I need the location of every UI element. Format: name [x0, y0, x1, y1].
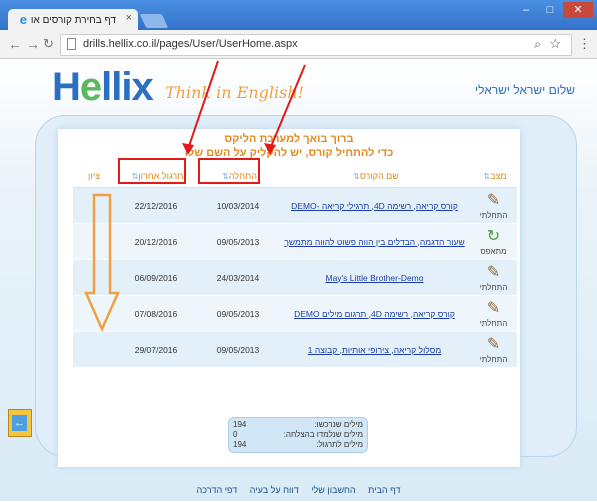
header-course[interactable]: שם הקורס⇅: [279, 165, 470, 188]
stat-value: 194: [233, 440, 247, 449]
table-row: ✎ התחלתי May's Little Brother-Demo 24/03/…: [73, 259, 517, 296]
zoom-icon[interactable]: ⌕: [534, 37, 541, 52]
stat-label: מילים לתרגול:: [316, 440, 363, 449]
orange-down-arrow-icon: [84, 193, 120, 333]
start-date: 09/05/2013: [197, 331, 279, 368]
footer-link-guides[interactable]: דפי הדרכה: [197, 485, 238, 495]
last-practice-date: 07/08/2016: [115, 295, 197, 332]
stat-label: מילים שנלמדו בהצלחה:: [283, 430, 363, 439]
browser-tab-bar: e דף בחירת קורסים או מ × – □ ✕: [0, 0, 597, 31]
footer-link-account[interactable]: החשבון שלי: [311, 485, 355, 495]
courses-table: מצב⇅ שם הקורס⇅ התחלה⇅ תרגול אחרון⇅ ציון …: [73, 165, 517, 368]
table-row: ✎ התחלתי קורס קריאה, רשימה 4D, תרגום מילי…: [73, 295, 517, 332]
last-practice-date: 06/09/2016: [115, 259, 197, 296]
red-arrowhead-right: [264, 143, 276, 155]
browser-menu-icon[interactable]: ⋮: [578, 36, 591, 52]
new-tab-button[interactable]: [139, 14, 169, 28]
browser-tab[interactable]: e דף בחירת קורסים או מ ×: [8, 9, 138, 31]
last-practice-date: 29/07/2016: [115, 331, 197, 368]
exit-icon[interactable]: ←: [8, 409, 32, 437]
url-field[interactable]: drills.hellix.co.il/pages/User/UserHome.…: [60, 34, 572, 56]
start-date: 10/03/2014: [197, 187, 279, 224]
table-row: ↻ מתאפס שעור הדגמה, הבדלים בין הווה פשוט …: [73, 223, 517, 260]
pencil-note-icon[interactable]: ✎: [484, 264, 504, 282]
user-greeting: שלום ישראל ישראלי: [474, 83, 575, 97]
back-icon[interactable]: ←: [8, 36, 22, 52]
red-arrowhead-left: [182, 143, 194, 155]
course-link[interactable]: קורס קריאה, רשימה 4D, תרגום מילים DEMO: [294, 309, 455, 319]
header-grade: ציון: [73, 165, 115, 188]
highlight-box-start: [198, 158, 260, 184]
table-row: ✎ התחלתי קורס קריאה, רשימה 4D, תרגילי קרי…: [73, 187, 517, 224]
ie-favicon-icon: e: [19, 12, 27, 27]
footer-nav: דף הבית החשבון שלי דווח על בעיה דפי הדרכ…: [0, 485, 597, 502]
start-date: 09/05/2013: [197, 295, 279, 332]
hellix-logo[interactable]: Hellix: [52, 65, 154, 110]
last-practice-date: 20/12/2016: [115, 223, 197, 260]
course-link[interactable]: שעור הדגמה, הבדלים בין הווה פשוט להווה מ…: [284, 237, 464, 247]
url-text: drills.hellix.co.il/pages/User/UserHome.…: [83, 38, 298, 50]
forward-icon[interactable]: →: [26, 36, 40, 52]
header-status[interactable]: מצב⇅: [470, 165, 517, 188]
window-controls: – □ ✕: [515, 2, 593, 18]
tab-close-icon[interactable]: ×: [126, 12, 132, 24]
stat-value: 194: [233, 420, 247, 429]
page-content: Hellix Think in English! שלום ישראל ישרא…: [0, 59, 597, 501]
course-link[interactable]: May's Little Brother-Demo: [326, 273, 424, 283]
page-info-icon[interactable]: [67, 38, 76, 50]
grade-cell: [73, 331, 115, 368]
bookmark-star-icon[interactable]: ☆: [549, 36, 561, 52]
pencil-note-icon[interactable]: ✎: [484, 192, 504, 210]
start-date: 24/03/2014: [197, 259, 279, 296]
red-annotation-arrows: [182, 60, 306, 155]
stat-label: מילים שנרכשו:: [314, 420, 363, 429]
reload-icon[interactable]: ↻: [43, 36, 54, 52]
stat-value: 0: [233, 430, 238, 439]
address-bar: ← → ↻ drills.hellix.co.il/pages/User/Use…: [0, 30, 597, 59]
pencil-note-icon[interactable]: ✎: [484, 336, 504, 354]
pencil-note-icon[interactable]: ✎: [484, 300, 504, 318]
table-row: ✎ התחלתי מסלול קריאה, צירופי אותיות, קבוצ…: [73, 331, 517, 368]
window-close-icon[interactable]: ✕: [563, 2, 593, 18]
word-stats-box: מילים שנרכשו: 194 מילים שנלמדו בהצלחה: 0 מ…: [228, 417, 368, 453]
minimize-icon[interactable]: –: [515, 2, 537, 18]
start-date: 09/05/2013: [197, 223, 279, 260]
last-practice-date: 22/12/2016: [115, 187, 197, 224]
red-arrow-line-right: [269, 64, 306, 150]
highlight-box-last-practice: [118, 158, 186, 184]
maximize-icon[interactable]: □: [539, 2, 561, 18]
footer-link-report-problem[interactable]: דווח על בעיה: [250, 485, 299, 495]
course-link[interactable]: קורס קריאה, רשימה 4D, תרגילי קריאה -DEMO: [291, 201, 458, 211]
tab-title: דף בחירת קורסים או מ: [30, 14, 116, 26]
sort-icon[interactable]: ⇅: [353, 172, 360, 181]
footer-link-home[interactable]: דף הבית: [368, 485, 400, 495]
course-link[interactable]: מסלול קריאה, צירופי אותיות, קבוצה 1: [308, 345, 441, 355]
red-arrow-line-left: [187, 60, 219, 150]
reset-arrow-icon[interactable]: ↻: [484, 228, 504, 246]
